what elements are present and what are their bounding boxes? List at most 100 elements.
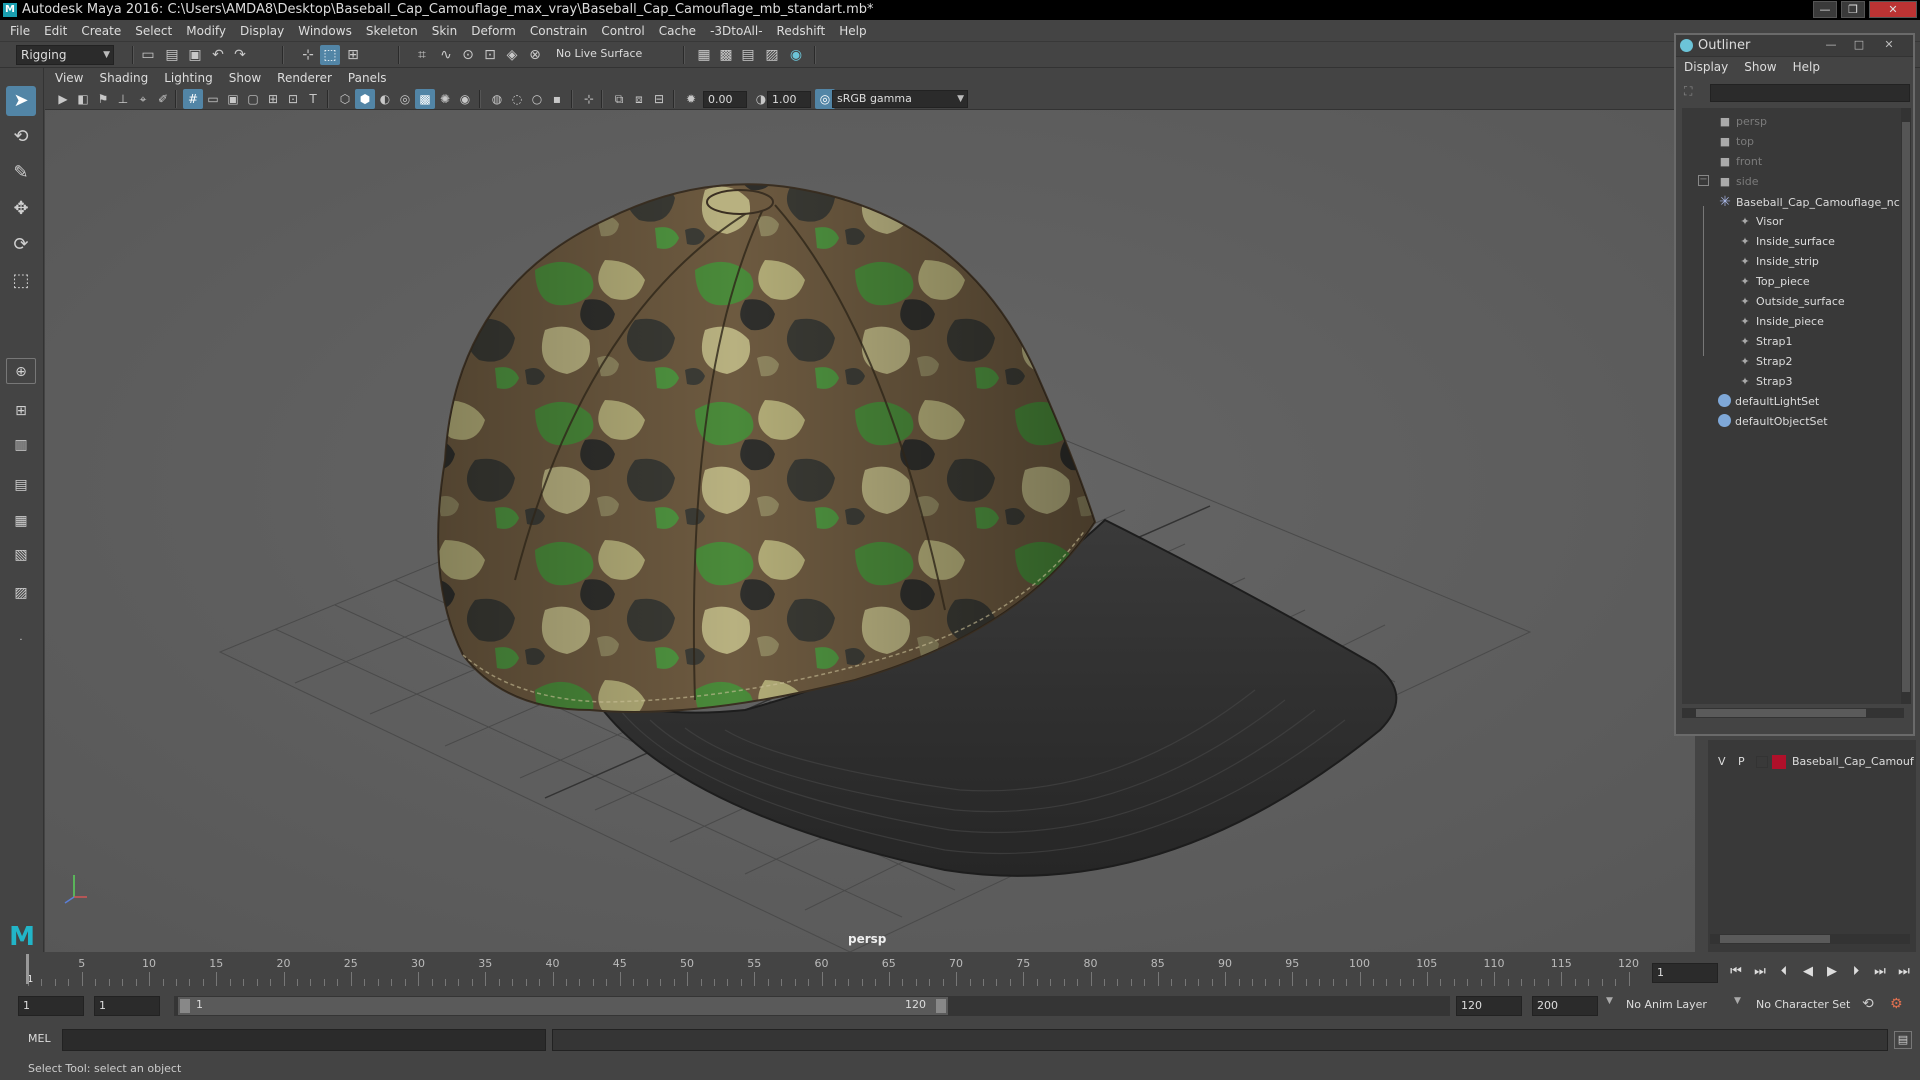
command-language-label[interactable]: MEL: [28, 1032, 51, 1045]
outliner-menu-display[interactable]: Display: [1684, 60, 1728, 74]
range-end-grip[interactable]: [936, 999, 946, 1013]
menu-3dtoall[interactable]: -3DtoAll-: [703, 20, 769, 42]
perspective-viewport[interactable]: View Shading Lighting Show Renderer Panels ▶ …: [45, 68, 1695, 952]
grease-pencil-icon[interactable]: ✐: [153, 89, 173, 109]
command-input[interactable]: [62, 1029, 546, 1051]
step-back-frame-icon[interactable]: ⏴: [1774, 962, 1794, 982]
current-frame-field[interactable]: 1: [1652, 963, 1718, 983]
outliner-minimize-icon[interactable]: —: [1822, 37, 1840, 53]
menu-display[interactable]: Display: [233, 20, 291, 42]
outliner-horizontal-scrollbar[interactable]: [1682, 708, 1904, 718]
scene-3d-view[interactable]: [45, 110, 1695, 952]
anti-aliasing-icon[interactable]: ○: [527, 89, 547, 109]
textured-icon[interactable]: ▩: [415, 89, 435, 109]
menu-windows[interactable]: Windows: [291, 20, 359, 42]
render-frame-icon[interactable]: ▩: [716, 45, 736, 65]
layer-row[interactable]: V P Baseball_Cap_Camouf: [1708, 752, 1916, 772]
grid-icon[interactable]: #: [183, 89, 203, 109]
scrollbar-thumb[interactable]: [1696, 709, 1866, 717]
playback-end-field[interactable]: 120: [1456, 996, 1522, 1016]
maximize-button[interactable]: ❐: [1841, 1, 1865, 18]
cap-button[interactable]: [706, 189, 774, 215]
snap-vertex-icon[interactable]: ⊗: [525, 45, 545, 65]
play-forwards-icon[interactable]: ▶: [1822, 962, 1842, 982]
anim-layer-dropdown[interactable]: No Anim Layer: [1622, 996, 1740, 1016]
menu-skin[interactable]: Skin: [425, 20, 465, 42]
resolution-gate-icon[interactable]: ▣: [223, 89, 243, 109]
layer-color-swatch[interactable]: [1772, 755, 1786, 769]
new-scene-icon[interactable]: ▭: [138, 45, 158, 65]
range-slider-handle[interactable]: 1 120: [178, 997, 948, 1015]
layer-name[interactable]: Baseball_Cap_Camouf: [1792, 752, 1914, 772]
menu-skeleton[interactable]: Skeleton: [359, 20, 425, 42]
exposure-icon[interactable]: ✹: [681, 89, 701, 109]
snap-view-icon[interactable]: ⊡: [480, 45, 500, 65]
persp-outliner-layout-icon[interactable]: ▤: [6, 472, 36, 498]
custom-layout-icon[interactable]: ▨: [6, 580, 36, 606]
viewport-menu-renderer[interactable]: Renderer: [269, 68, 340, 88]
playback-start-field[interactable]: 1: [94, 996, 160, 1016]
menu-create[interactable]: Create: [74, 20, 128, 42]
use-all-lights-icon[interactable]: ✺: [435, 89, 455, 109]
menu-cache[interactable]: Cache: [652, 20, 703, 42]
field-chart-icon[interactable]: ⊞: [263, 89, 283, 109]
close-button[interactable]: ✕: [1869, 1, 1917, 18]
view-transform-dropdown[interactable]: sRGB gamma ▼: [832, 90, 968, 108]
auto-key-icon[interactable]: ⟲: [1862, 996, 1874, 1012]
redo-icon[interactable]: ↷: [230, 45, 250, 65]
wireframe-icon[interactable]: ⬡: [335, 89, 355, 109]
depth-of-field-icon[interactable]: ▪: [547, 89, 567, 109]
scrollbar-thumb[interactable]: [1902, 122, 1910, 692]
outliner-item-inside-surface[interactable]: ✦ Inside_surface: [1738, 232, 1835, 252]
safe-action-icon[interactable]: ⊡: [283, 89, 303, 109]
outliner-item-persp[interactable]: ■ persp: [1718, 112, 1767, 132]
outliner-search-input[interactable]: [1710, 84, 1910, 102]
outliner-menu-show[interactable]: Show: [1744, 60, 1776, 74]
exposure-field[interactable]: 0.00: [703, 91, 747, 108]
viewport-menu-lighting[interactable]: Lighting: [156, 68, 221, 88]
viewport-menu-show[interactable]: Show: [221, 68, 269, 88]
outliner-vertical-scrollbar[interactable]: [1901, 108, 1911, 704]
camera-attributes-icon[interactable]: ◧: [73, 89, 93, 109]
hypershade-icon[interactable]: ◉: [786, 45, 806, 65]
outliner-item-strap3[interactable]: ✦ Strap3: [1738, 372, 1792, 392]
outliner-close-icon[interactable]: ✕: [1880, 37, 1898, 53]
xray-joints-icon[interactable]: ⧈: [629, 89, 649, 109]
end-time-field[interactable]: 200: [1532, 996, 1598, 1016]
outliner-item-default-light-set[interactable]: defaultLightSet: [1718, 392, 1819, 412]
persp-graph-layout-icon[interactable]: ▦: [6, 508, 36, 534]
play-backwards-icon[interactable]: ◀: [1798, 962, 1818, 982]
outliner-item-top[interactable]: ■ top: [1718, 132, 1754, 152]
shadows-icon[interactable]: ◉: [455, 89, 475, 109]
menu-deform[interactable]: Deform: [464, 20, 523, 42]
screen-space-ao-icon[interactable]: ◍: [487, 89, 507, 109]
collapse-toolbox-icon[interactable]: ·: [6, 628, 36, 654]
chevron-down-icon[interactable]: ▼: [1734, 996, 1741, 1006]
gamma-field[interactable]: 1.00: [767, 91, 811, 108]
outliner-item-inside-piece[interactable]: ✦ Inside_piece: [1738, 312, 1823, 332]
paint-select-tool-icon[interactable]: ✎: [6, 158, 36, 188]
select-object-icon[interactable]: ⬚: [320, 45, 340, 65]
rotate-tool-icon[interactable]: ⟳: [6, 230, 36, 260]
viewport-menu-view[interactable]: View: [45, 68, 91, 88]
snap-curve-icon[interactable]: ∿: [436, 45, 456, 65]
outliner-item-inside-strip[interactable]: ✦ Inside_strip: [1738, 252, 1818, 272]
xray-components-icon[interactable]: ⊟: [649, 89, 669, 109]
xray-icon[interactable]: ⧉: [609, 89, 629, 109]
outliner-item-visor[interactable]: ✦ Visor: [1738, 212, 1783, 232]
save-scene-icon[interactable]: ▣: [185, 45, 205, 65]
minimize-button[interactable]: —: [1813, 1, 1837, 18]
render-settings-icon[interactable]: ▦: [694, 45, 714, 65]
safe-title-icon[interactable]: T: [303, 89, 323, 109]
film-gate-icon[interactable]: ▭: [203, 89, 223, 109]
layer-reference-toggle[interactable]: [1756, 756, 1768, 768]
select-component-icon[interactable]: ⊞: [343, 45, 363, 65]
menu-control[interactable]: Control: [594, 20, 651, 42]
ipr-render-icon[interactable]: ▤: [738, 45, 758, 65]
single-perspective-layout-icon[interactable]: ⊞: [6, 398, 36, 424]
step-forward-frame-icon[interactable]: ⏵: [1846, 962, 1866, 982]
menu-file[interactable]: File: [0, 20, 37, 42]
undo-icon[interactable]: ↶: [208, 45, 228, 65]
select-tool-icon[interactable]: ➤: [6, 86, 36, 116]
shaded-wireframe-icon[interactable]: ◐: [375, 89, 395, 109]
